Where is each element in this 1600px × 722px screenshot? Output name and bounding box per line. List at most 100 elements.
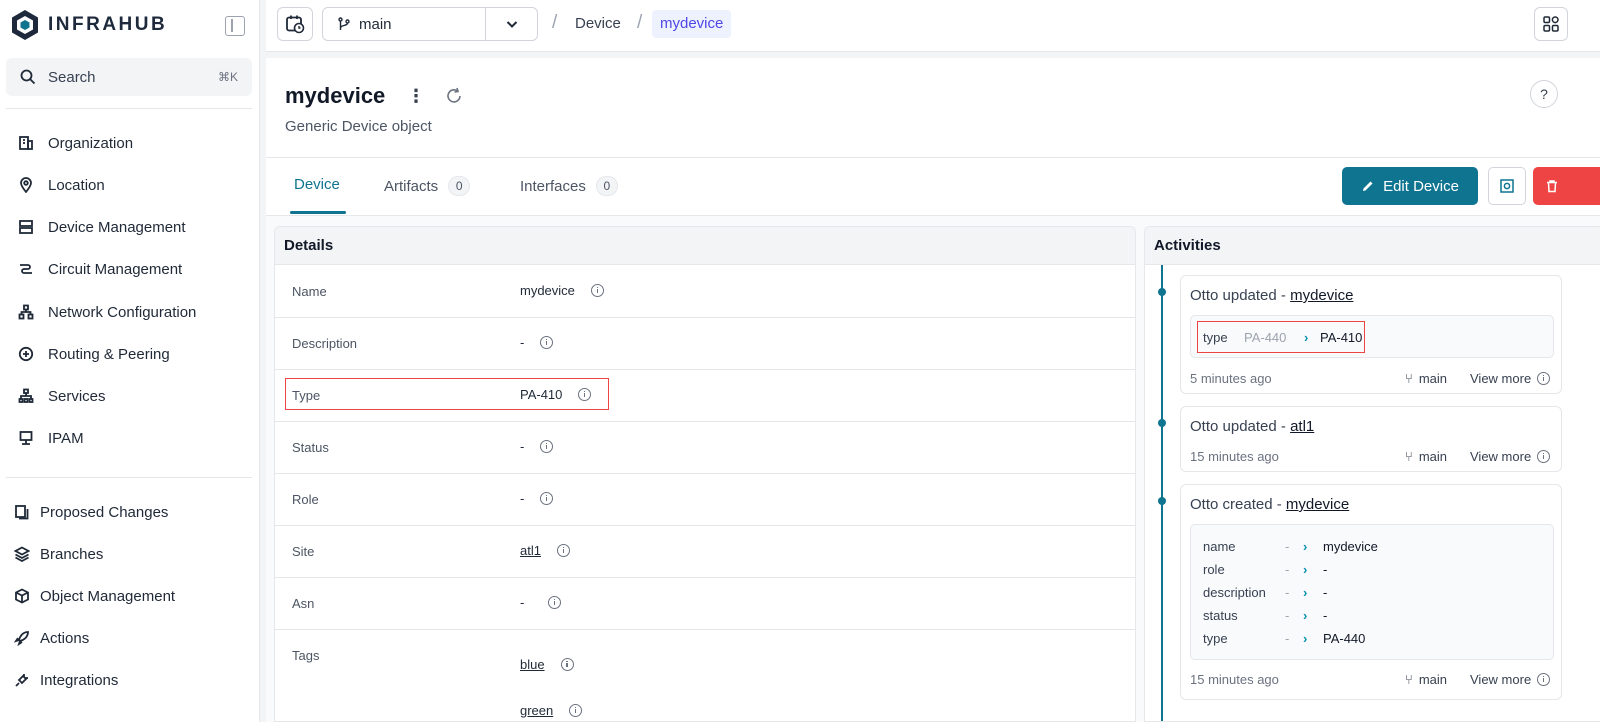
activity-action: Otto created - [1190, 496, 1286, 513]
detail-label: Description [292, 336, 358, 351]
site-link[interactable]: atl1 [520, 543, 541, 558]
proposed-changes-icon [14, 504, 30, 520]
sidebar-item-integrations[interactable]: Integrations [14, 668, 118, 692]
delete-button[interactable] [1533, 167, 1600, 205]
branch-dropdown-toggle[interactable] [485, 8, 537, 40]
breadcrumb-separator: / [552, 12, 558, 33]
apps-button[interactable] [1534, 7, 1568, 41]
detail-label: Tags [292, 648, 320, 663]
sidebar-item-device-management[interactable]: Device Management [18, 215, 186, 239]
help-button[interactable]: ? [1530, 80, 1558, 108]
plug-icon [14, 672, 30, 688]
sidebar-item-network-configuration[interactable]: Network Configuration [18, 300, 196, 324]
change-new: mydevice [1323, 539, 1378, 554]
activity-branch[interactable]: ⑂ main [1405, 672, 1447, 687]
info-icon[interactable] [560, 658, 574, 671]
activity-title: Otto updated - atl1 [1190, 418, 1314, 435]
activity-title: Otto updated - mydevice [1190, 287, 1353, 304]
page-title: mydevice [285, 83, 386, 108]
tab-label: Device [294, 176, 340, 193]
collapse-sidebar-icon[interactable] [225, 16, 245, 36]
sidebar-item-organization[interactable]: Organization [18, 131, 133, 155]
search-button[interactable]: Search ⌘K [6, 58, 252, 96]
building-icon [18, 135, 34, 151]
activity-branch[interactable]: ⑂ main [1405, 449, 1447, 464]
more-options-icon[interactable]: ⋮ [407, 86, 425, 107]
app-logo[interactable]: INFRAHUB [10, 8, 167, 42]
info-icon [1537, 450, 1551, 463]
change-old: - [1285, 562, 1290, 577]
sidebar-item-label: Integrations [40, 671, 119, 689]
search-label: Search [48, 68, 96, 86]
sidebar-item-circuit-management[interactable]: Circuit Management [18, 257, 182, 281]
search-icon [20, 69, 36, 85]
artifact-generate-button[interactable] [1488, 167, 1526, 205]
sidebar: INFRAHUB Search ⌘K Organization Location… [0, 0, 260, 722]
change-new: - [1323, 585, 1328, 600]
activity-target-link[interactable]: mydevice [1286, 496, 1349, 513]
tab-device[interactable]: Device [294, 176, 340, 193]
tab-interfaces[interactable]: Interfaces 0 [520, 176, 618, 196]
breadcrumb-separator: / [637, 12, 643, 33]
tag-link[interactable]: blue [520, 657, 545, 672]
git-branch-icon: ⑂ [1405, 672, 1413, 687]
detail-row-tags: Tags blue green [275, 630, 1135, 721]
view-more-link[interactable]: View more [1470, 449, 1551, 464]
activity-branch[interactable]: ⑂ main [1405, 371, 1447, 386]
info-icon[interactable] [556, 544, 570, 557]
sidebar-item-label: Device Management [48, 218, 186, 236]
sidebar-item-ipam[interactable]: IPAM [18, 426, 84, 450]
activity-time: 15 minutes ago [1190, 449, 1279, 464]
info-icon[interactable] [590, 284, 604, 297]
sidebar-item-object-management[interactable]: Object Management [14, 584, 175, 608]
chevron-right-icon: › [1303, 608, 1308, 623]
refresh-icon[interactable] [444, 86, 464, 109]
sidebar-item-label: IPAM [48, 429, 84, 447]
topbar: main / Device / mydevice [266, 0, 1600, 52]
sidebar-item-actions[interactable]: Actions [14, 626, 89, 650]
activities-panel: Activities Otto updated - mydevice type … [1144, 226, 1600, 722]
apps-grid-icon [1543, 16, 1559, 32]
edit-device-button[interactable]: Edit Device [1342, 167, 1478, 205]
sidebar-item-routing-peering[interactable]: Routing & Peering [18, 342, 170, 366]
sidebar-item-branches[interactable]: Branches [14, 542, 103, 566]
sidebar-item-services[interactable]: Services [18, 384, 106, 408]
breadcrumb-device[interactable]: Device [575, 15, 621, 32]
highlight-box [285, 378, 609, 410]
sidebar-item-location[interactable]: Location [18, 173, 105, 197]
tag-link[interactable]: green [520, 703, 553, 718]
details-panel: Details Name mydevice Description - Type… [274, 226, 1136, 722]
detail-label: Asn [292, 596, 315, 611]
timeline-dot [1158, 497, 1166, 505]
info-icon[interactable] [540, 492, 554, 505]
branch-label: main [1418, 672, 1447, 687]
branch-selector[interactable]: main [322, 7, 538, 41]
info-icon[interactable] [548, 596, 562, 609]
change-key: type [1203, 631, 1228, 646]
change-new: - [1323, 608, 1328, 623]
detail-label: Status [292, 440, 329, 455]
view-more-link[interactable]: View more [1470, 371, 1551, 386]
activity-target-link[interactable]: atl1 [1290, 418, 1314, 435]
sidebar-divider [6, 477, 252, 478]
git-branch-icon: ⑂ [1405, 371, 1413, 386]
breadcrumb-current[interactable]: mydevice [652, 10, 732, 38]
tab-artifacts[interactable]: Artifacts 0 [384, 176, 471, 196]
info-icon[interactable] [540, 440, 554, 453]
detail-value: - [520, 491, 525, 506]
detail-value: - [520, 595, 525, 610]
active-tab-indicator [290, 211, 346, 214]
time-travel-button[interactable] [277, 7, 313, 41]
view-more-link[interactable]: View more [1470, 672, 1551, 687]
sidebar-item-proposed-changes[interactable]: Proposed Changes [14, 500, 168, 524]
activity-target-link[interactable]: mydevice [1290, 287, 1353, 304]
change-line: role - › - [1203, 562, 1327, 577]
info-icon[interactable] [540, 336, 554, 349]
sidebar-item-label: Routing & Peering [48, 345, 170, 363]
calendar-clock-icon [286, 15, 305, 34]
info-icon [1537, 372, 1551, 385]
sidebar-item-label: Organization [48, 134, 134, 152]
info-icon[interactable] [569, 704, 583, 717]
view-more-label: View more [1470, 449, 1532, 464]
sidebar-item-label: Services [48, 387, 106, 405]
